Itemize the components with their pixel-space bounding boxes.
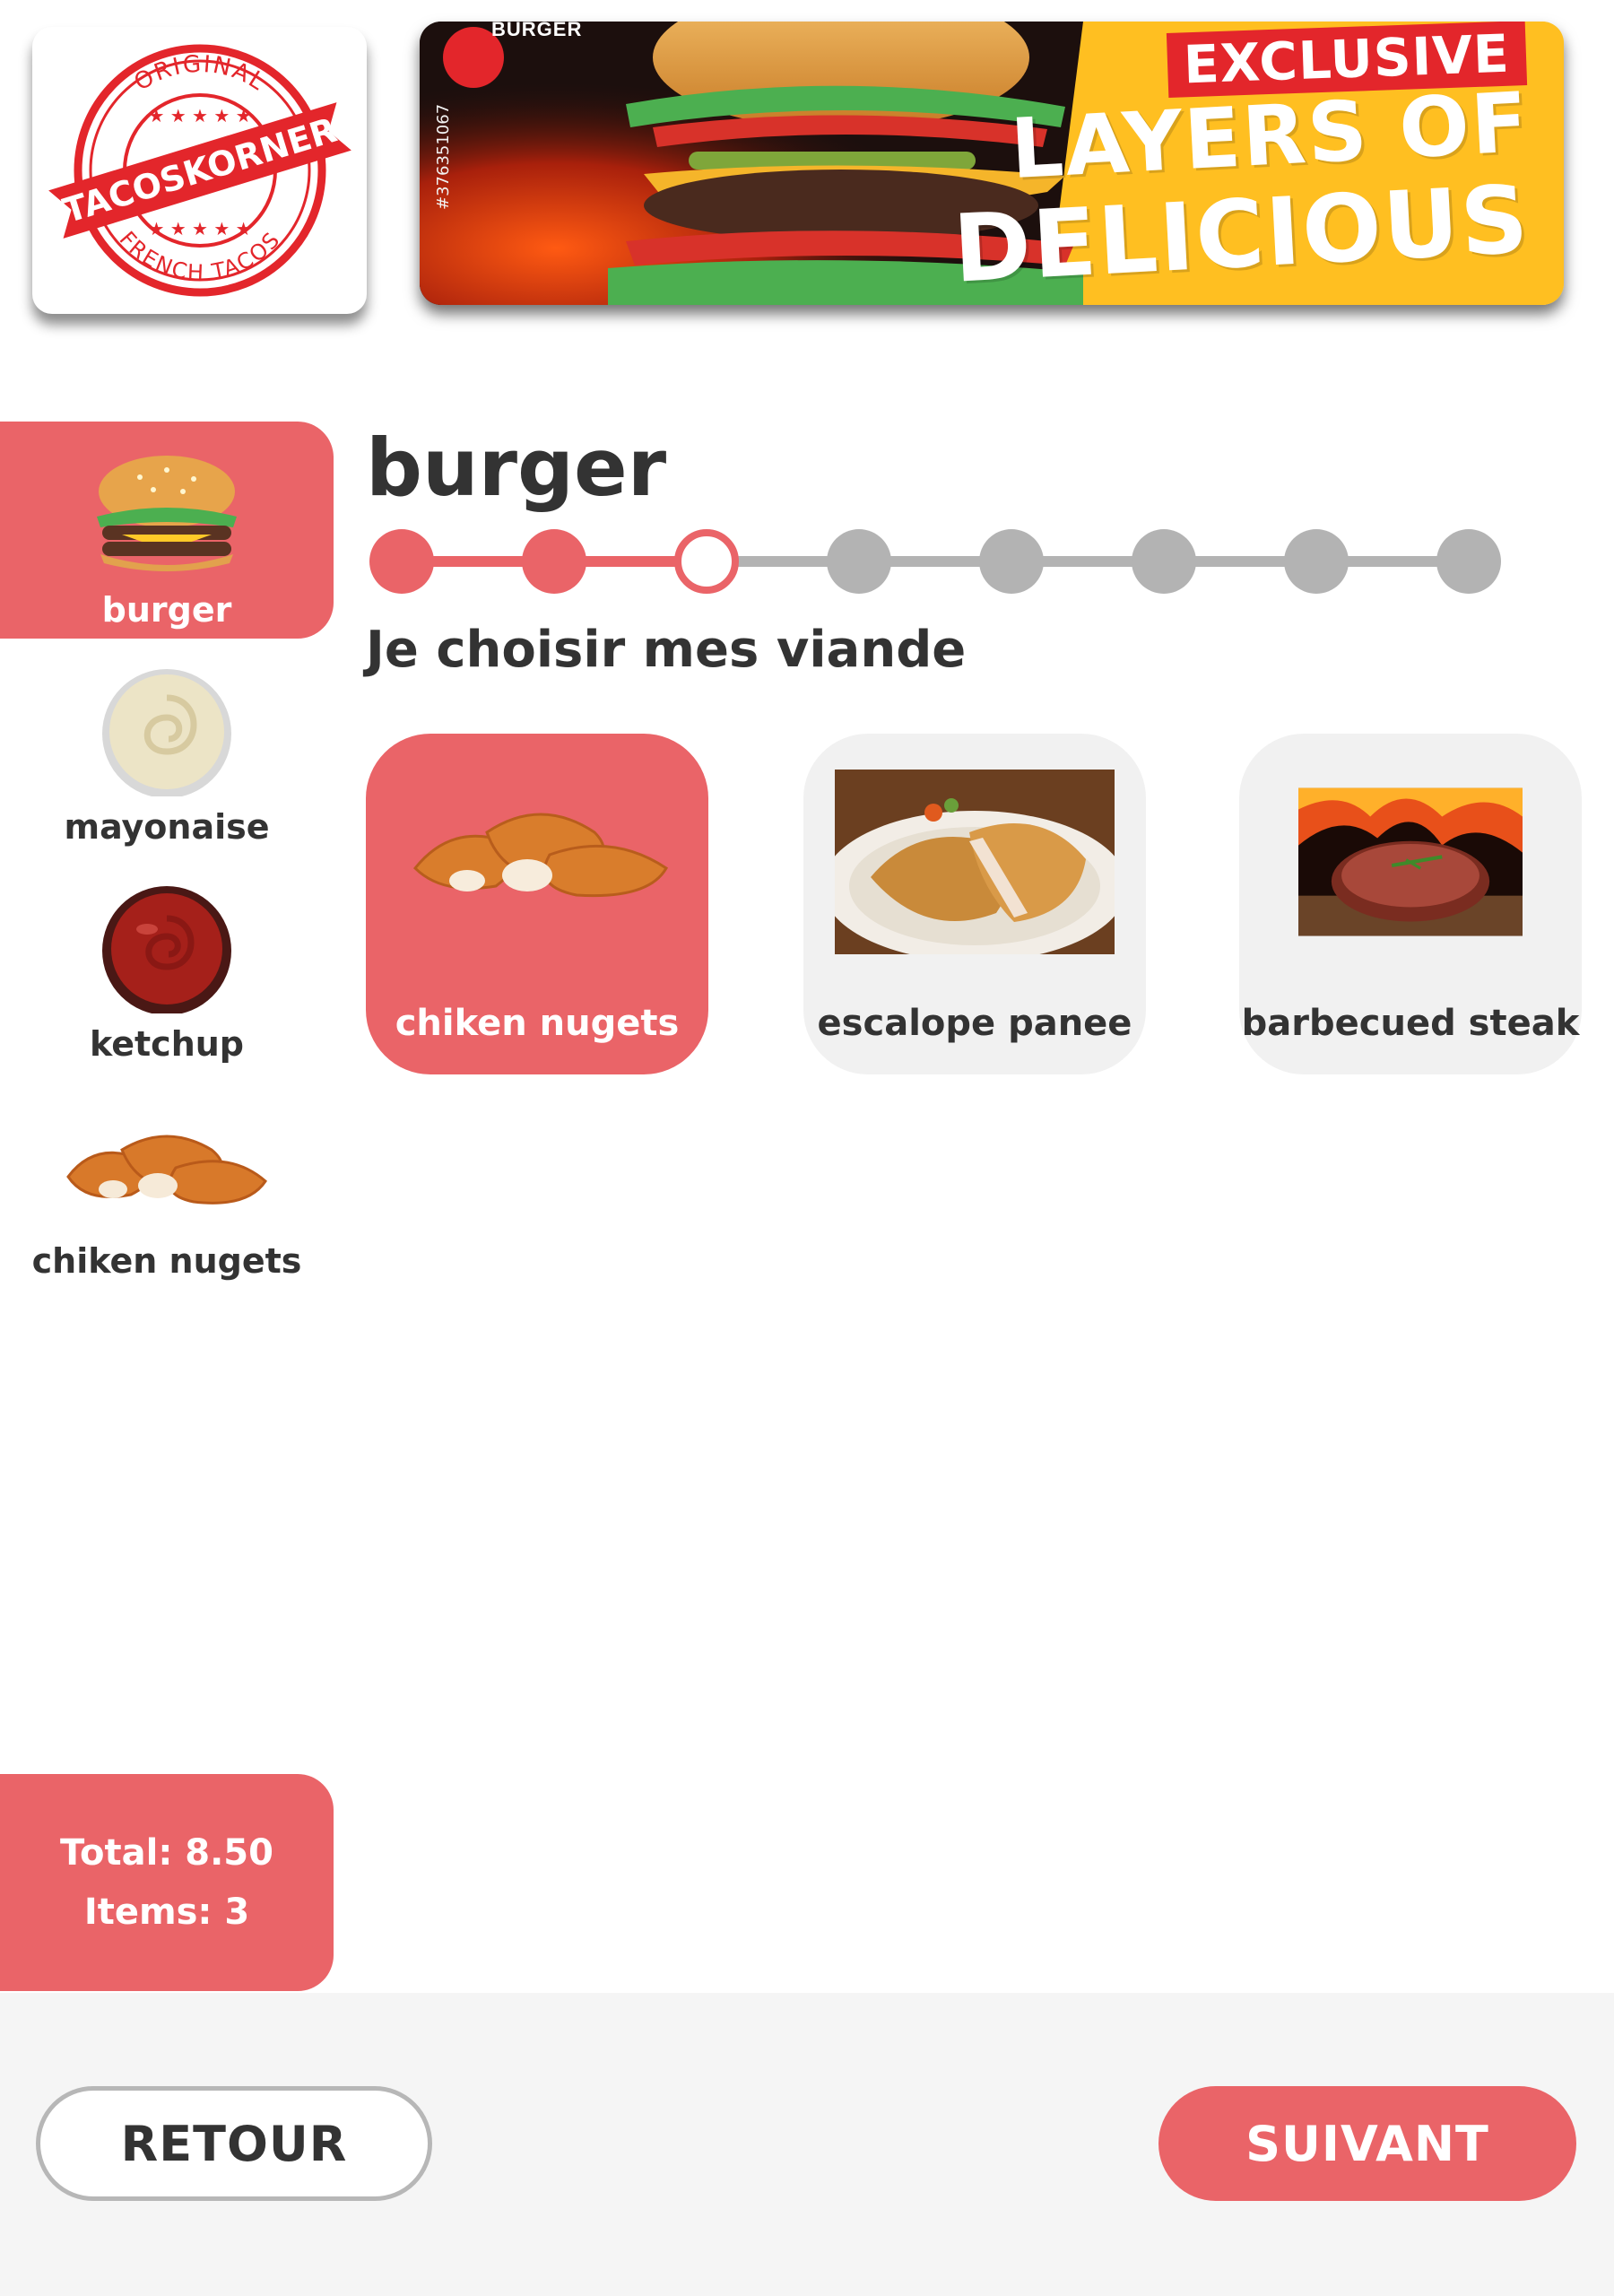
option-label: barbecued steak xyxy=(1241,1003,1580,1044)
banner-tag: BURGER xyxy=(491,22,583,40)
barbecued-steak-image xyxy=(1298,787,1523,936)
option-label: chiken nugets xyxy=(395,1003,680,1044)
chicken-nuggets-icon xyxy=(66,1135,267,1205)
chicken-nuggets-image xyxy=(412,813,668,898)
burger-icon xyxy=(97,456,237,571)
logo-card: ORIGINAL FRENCH TACOS ★ ★ ★ ★ ★ ★ ★ ★ ★ … xyxy=(32,27,367,314)
progress-stepper xyxy=(369,529,1501,594)
back-button[interactable]: RETOUR xyxy=(36,2086,432,2201)
banner-stock-id: #376351067 xyxy=(434,103,453,210)
promo-banner[interactable]: BURGER EXCLUSIVE LAYERS OF DELICIOUS #37… xyxy=(420,22,1564,305)
option-card-barbecued-steak[interactable]: barbecued steak xyxy=(1239,734,1582,1074)
option-card-chiken-nugets[interactable]: chiken nugets xyxy=(366,734,708,1074)
stepper-step-pending xyxy=(1132,529,1196,594)
sidebar-item-ketchup[interactable]: ketchup xyxy=(0,856,334,1073)
sidebar-item-chiken-nugets[interactable]: chiken nugets xyxy=(0,1073,334,1290)
stepper-step-pending xyxy=(979,529,1044,594)
sidebar-item-label: burger xyxy=(101,590,232,630)
stepper-step-pending xyxy=(1436,529,1501,594)
option-label: escalope panee xyxy=(817,1003,1132,1044)
escalope-panee-image xyxy=(835,770,1115,954)
sidebar-item-mayonaise[interactable]: mayonaise xyxy=(0,639,334,856)
step-subtitle: Je choisir mes viande xyxy=(366,621,967,679)
stepper-step-completed xyxy=(369,529,434,594)
sidebar-item-burger[interactable]: burger xyxy=(0,422,334,639)
option-card-escalope-panee[interactable]: escalope panee xyxy=(803,734,1146,1074)
page-title: burger xyxy=(366,422,667,514)
svg-text:TACOSKORNER: TACOSKORNER xyxy=(58,110,341,231)
stepper-step-completed xyxy=(522,529,586,594)
svg-text:★ ★ ★ ★ ★: ★ ★ ★ ★ ★ xyxy=(148,218,251,239)
sidebar-item-label: ketchup xyxy=(89,1024,245,1064)
mayonnaise-bowl-icon xyxy=(102,669,231,796)
stepper-step-pending xyxy=(827,529,891,594)
ketchup-bowl-icon xyxy=(102,886,231,1013)
order-summary[interactable]: Total: 8.50 Items: 3 xyxy=(0,1774,334,1991)
next-button[interactable]: SUIVANT xyxy=(1158,2086,1576,2201)
footer-bar: RETOUR SUIVANT xyxy=(0,1993,1614,2296)
order-total: Total: 8.50 xyxy=(60,1832,273,1874)
stepper-step-current xyxy=(674,529,739,594)
sidebar-item-label: mayonaise xyxy=(64,807,270,847)
svg-text:★ ★ ★ ★ ★: ★ ★ ★ ★ ★ xyxy=(148,105,251,126)
tacoskorner-logo: ORIGINAL FRENCH TACOS ★ ★ ★ ★ ★ ★ ★ ★ ★ … xyxy=(48,44,351,297)
sidebar-item-label: chiken nugets xyxy=(31,1241,302,1281)
order-items-count: Items: 3 xyxy=(83,1892,250,1933)
stepper-step-pending xyxy=(1284,529,1349,594)
